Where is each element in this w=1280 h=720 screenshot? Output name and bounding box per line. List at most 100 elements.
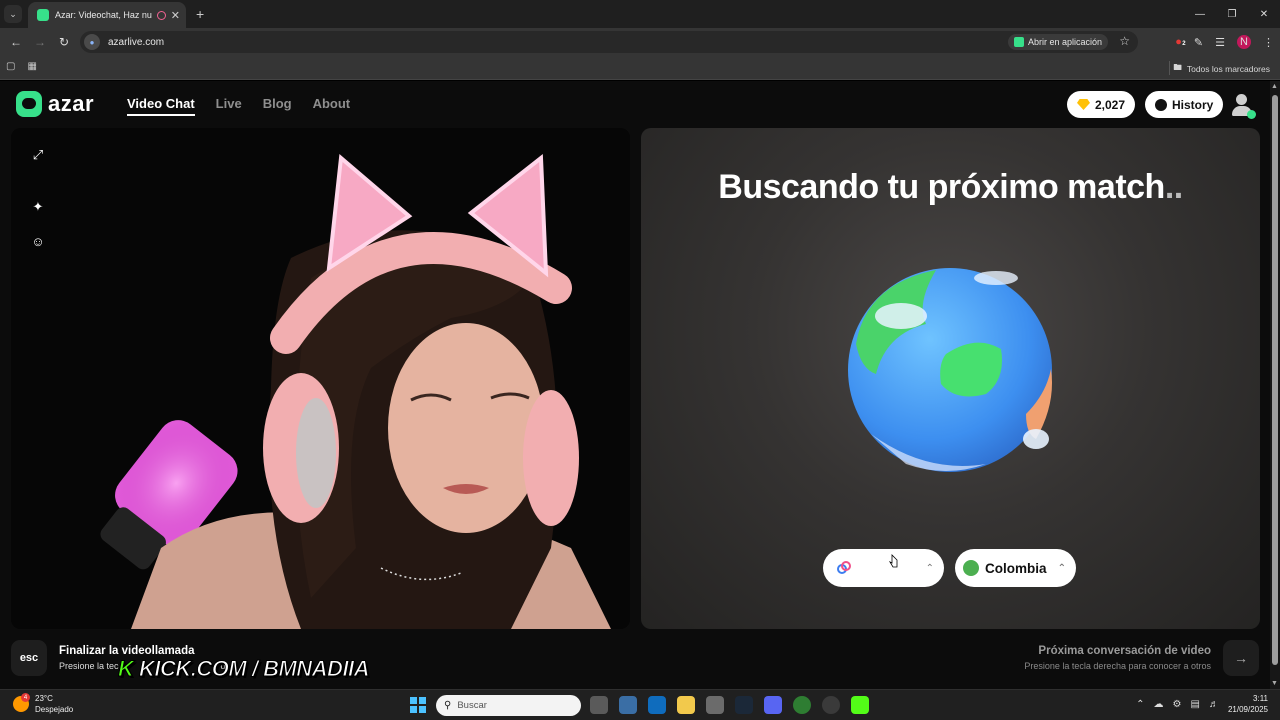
overlay-text: KICK.COM / BMNADIIA: [139, 656, 371, 682]
chrome-icon[interactable]: [793, 696, 811, 714]
browser-menu-icon[interactable]: ⋮: [1263, 36, 1274, 49]
scroll-down-icon[interactable]: ▼: [1271, 680, 1278, 687]
date: 21/09/2025: [1227, 705, 1268, 714]
taskbar-apps: [590, 696, 869, 714]
obs-icon[interactable]: [822, 696, 840, 714]
browser-tab-strip: ⌄ Azar: Videochat, Haz nuevos amigos ✕ +…: [0, 0, 1280, 28]
face-filter-icon[interactable]: ☺: [30, 233, 46, 249]
windows-start-icon[interactable]: [410, 697, 426, 713]
next-chat-hint: Presione la tecla derecha para conocer a…: [1024, 661, 1211, 671]
restore-icon[interactable]: ❐: [1216, 0, 1248, 28]
media-control-icon[interactable]: ☰: [1215, 36, 1225, 49]
chevron-up-icon: ⌃: [925, 562, 934, 574]
address-bar[interactable]: ● azarlive.com Abrir en aplicación ☆: [80, 31, 1138, 53]
weather-badge: 4: [21, 693, 30, 702]
back-icon[interactable]: ←: [4, 35, 28, 49]
extension-badge: 2: [1182, 41, 1186, 47]
end-call-hint-text: Presione la tec: [59, 661, 119, 671]
mail-icon[interactable]: [706, 696, 724, 714]
volume-icon[interactable]: ♬: [1209, 699, 1219, 710]
country-label: Colombia: [985, 560, 1047, 576]
page-scrollbar[interactable]: ▲ ▼: [1270, 81, 1280, 689]
bookmark-star-icon[interactable]: ☆: [1119, 34, 1130, 48]
file-explorer-icon[interactable]: [677, 696, 695, 714]
kick-logo-letter: K: [117, 656, 134, 682]
time: 3:11: [1253, 694, 1268, 703]
search-icon: ⚲: [444, 700, 452, 711]
history-label: History: [1172, 97, 1214, 112]
weather-condition: Despejado: [35, 705, 74, 714]
new-tab-icon[interactable]: +: [196, 6, 204, 22]
close-window-icon[interactable]: ✕: [1248, 0, 1280, 28]
scrollbar-thumb[interactable]: [1272, 95, 1278, 665]
discord-icon[interactable]: [764, 696, 782, 714]
azar-logo[interactable]: azar: [16, 91, 94, 117]
nav-live[interactable]: Live: [216, 96, 242, 116]
scroll-up-icon[interactable]: ▲: [1271, 83, 1278, 90]
end-call-esc-button[interactable]: esc: [11, 640, 47, 676]
country-filter-button[interactable]: Colombia ⌃: [955, 549, 1076, 587]
bookmarks-bar: ▢ ▦ 🖿 Todos los marcadores: [0, 56, 1280, 80]
gender-filter-button[interactable]: ⌃: [823, 549, 944, 587]
browser-profile-avatar[interactable]: N: [1237, 35, 1251, 49]
loading-dots: ..: [1164, 168, 1183, 206]
fullscreen-toggle-icon[interactable]: ⤢: [30, 147, 46, 163]
store-icon[interactable]: [619, 696, 637, 714]
nav-blog[interactable]: Blog: [263, 96, 292, 116]
next-chat-title: Próxima conversación de video: [1038, 645, 1211, 657]
steam-icon[interactable]: [735, 696, 753, 714]
nav-video-chat[interactable]: Video Chat: [127, 96, 195, 116]
app-icon: [1013, 37, 1024, 47]
forward-icon[interactable]: →: [28, 35, 52, 49]
reload-icon[interactable]: ↻: [52, 35, 76, 49]
taskbar-search-input[interactable]: ⚲ Buscar: [436, 695, 581, 716]
kick-app-icon[interactable]: [851, 696, 869, 714]
self-camera-video: ⤢ ✦ ☺: [11, 128, 630, 629]
apps-grid-icon[interactable]: ▦: [27, 61, 36, 72]
site-info-icon[interactable]: ●: [84, 34, 100, 50]
browser-toolbar: ← → ↻ ● azarlive.com Abrir en aplicación…: [0, 28, 1280, 56]
azar-favicon-icon: [37, 9, 49, 21]
folder-icon: 🖿: [1173, 62, 1182, 72]
network-icon[interactable]: ▤: [1191, 699, 1200, 710]
gems-button[interactable]: 2,027: [1067, 91, 1136, 118]
online-status-dot: [1247, 110, 1256, 119]
chevron-up-icon: ⌃: [1057, 562, 1066, 574]
stream-overlay-watermark: K KICK.COM / BMNADIIA: [117, 656, 371, 682]
task-view-icon[interactable]: [590, 696, 608, 714]
clock-icon: [1155, 98, 1167, 111]
gender-icon: [837, 561, 851, 574]
user-profile-icon[interactable]: [1230, 93, 1256, 119]
nav-about[interactable]: About: [313, 96, 351, 116]
weather-widget[interactable]: 4 23°C Despejado: [13, 693, 73, 715]
tab-icon[interactable]: ▢: [6, 61, 15, 72]
onedrive-cloud-icon[interactable]: ☁: [1154, 699, 1164, 710]
camera-feed-person: [11, 128, 630, 629]
weather-sun-icon: 4: [13, 693, 30, 712]
arrow-right-icon[interactable]: →: [1223, 640, 1259, 676]
outlook-icon[interactable]: [648, 696, 666, 714]
mouse-cursor-icon: [889, 554, 898, 568]
extension-icon[interactable]: ● 2: [1175, 36, 1186, 48]
search-placeholder: Buscar: [457, 700, 487, 711]
all-bookmarks[interactable]: 🖿 Todos los marcadores: [1173, 62, 1270, 76]
toolbar-right: ● 2 ✎ ☰ N ⋮: [1175, 28, 1274, 56]
recording-indicator-icon: [156, 10, 166, 20]
open-in-app-button[interactable]: Abrir en aplicación: [1007, 34, 1108, 50]
tab-title: Azar: Videochat, Haz nuevos amigos: [55, 10, 152, 20]
microphone-icon[interactable]: ⚙: [1173, 699, 1182, 710]
show-hidden-icons-icon[interactable]: ⌃: [1136, 699, 1144, 710]
history-button[interactable]: History: [1145, 91, 1224, 118]
browser-tab[interactable]: Azar: Videochat, Haz nuevos amigos ✕: [28, 2, 186, 28]
bookmark-separator: [1169, 61, 1170, 75]
globe-icon: [848, 268, 1052, 472]
close-tab-icon[interactable]: ✕: [171, 9, 180, 22]
url-text[interactable]: azarlive.com: [108, 37, 164, 48]
main-nav: Video Chat Live Blog About: [127, 96, 350, 116]
taskbar-clock[interactable]: 3:11 21/09/2025: [1228, 693, 1268, 715]
minimize-icon[interactable]: —: [1184, 0, 1216, 28]
extensions-puzzle-icon[interactable]: ✎: [1194, 36, 1203, 49]
effects-sparkle-icon[interactable]: ✦: [30, 199, 46, 215]
tab-search-menu-icon[interactable]: ⌄: [4, 5, 22, 23]
globe-flag-icon: [963, 560, 979, 576]
